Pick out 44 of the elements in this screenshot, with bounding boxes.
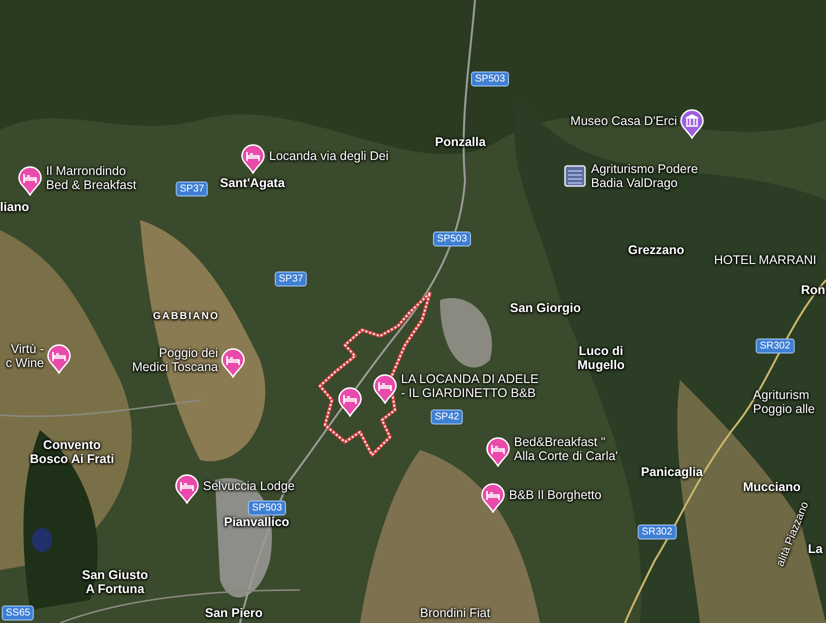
place-name: GABBIANO (153, 311, 220, 323)
bed-marker-icon[interactable] (338, 387, 362, 417)
place-name: Panicaglia (641, 465, 703, 479)
bed-marker-icon[interactable] (221, 348, 245, 378)
museum-marker-icon[interactable] (680, 109, 704, 139)
place-name: LA LOCANDA DI ADELE - IL GIARDINETTO B&B (401, 372, 539, 400)
place-name: San Giorgio (510, 301, 581, 315)
place-name: San Giusto A Fortuna (82, 568, 148, 596)
bed-marker-icon[interactable] (481, 483, 505, 513)
bed-marker-icon[interactable] (241, 144, 265, 174)
road-number-sign: SP37 (176, 182, 208, 196)
bed-marker-icon[interactable] (486, 437, 510, 467)
road-number-sign: SP503 (470, 72, 510, 86)
place-name: Virtù - c Wine (6, 342, 44, 370)
bed-marker-icon[interactable] (47, 344, 71, 374)
place-name: Luco di Mugello (577, 344, 625, 372)
place-name: Grezzano (628, 243, 684, 257)
road-number-sign: SP42 (430, 410, 464, 424)
place-name: La (808, 542, 823, 556)
place-name: Mucciano (743, 480, 801, 494)
place-name: San Piero (205, 606, 263, 620)
place-name: B&B Il Borghetto (509, 488, 602, 502)
place-name: Il Marrondindo Bed & Breakfast (46, 164, 136, 192)
bed-marker-icon[interactable] (373, 374, 397, 404)
road-number-sign: SR302 (638, 524, 676, 540)
place-name: Sant'Agata (220, 176, 285, 190)
road-number-sign: SP37 (274, 272, 308, 286)
place-name: Brondini Fiat (420, 606, 490, 620)
place-name: Convento Bosco Ai Frati (30, 438, 114, 466)
place-name: Bed&Breakfast " Alla Corte di Carla' (514, 435, 618, 463)
bed-marker-icon[interactable] (175, 474, 199, 504)
place-name: liano (0, 200, 30, 214)
place-name: Agriturismo Podere Badia ValDrago (591, 162, 698, 190)
road-number-sign: SP503 (432, 232, 472, 246)
place-name: HOTEL MARRANI (714, 253, 816, 267)
photo-thumbnail-icon[interactable] (564, 165, 586, 187)
place-name: Poggio dei Medici Toscana (132, 346, 218, 374)
road-number-sign: SP503 (248, 500, 286, 516)
place-name: Ponzalla (435, 135, 486, 149)
road-number-sign: SS65 (2, 606, 34, 620)
bed-marker-icon[interactable] (18, 166, 42, 196)
place-name: Museo Casa D'Erci (570, 114, 677, 128)
road-number-sign: SR302 (756, 338, 794, 354)
place-name: Locanda via degli Dei (269, 149, 389, 163)
